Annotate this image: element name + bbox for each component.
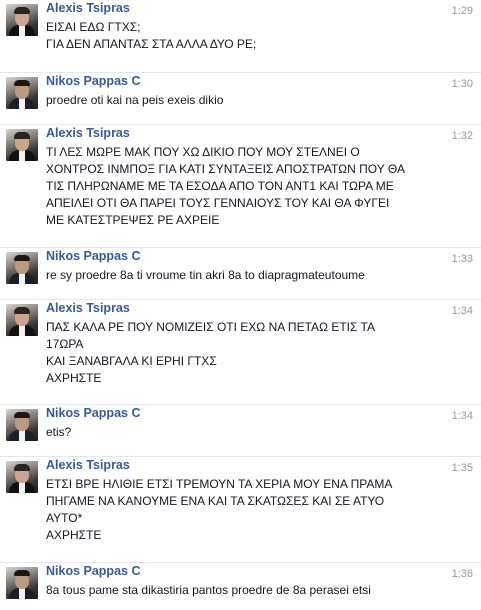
- message-line: ΠΑΣ ΚΑΛΑ ΡΕ ΠΟΥ ΝΟΜΙΖΕΙΣ ΟΤΙ ΕΧΩ ΝΑ ΠΕΤΑ…: [46, 320, 375, 334]
- message-line: re sy proedre 8a ti vroume tin akri 8a t…: [46, 268, 365, 282]
- message-line: ΤΙΣ ΠΛΗΡΩΝΑΜΕ ΜΕ ΤΑ ΕΣΟΔΑ ΑΠΟ ΤΟΝ ΑΝΤ1 Κ…: [46, 179, 394, 193]
- message-line: ΓΙΑ ΔΕΝ ΑΠΑΝΤΑΣ ΣΤΑ ΑΛΛΑ ΔΥΟ ΡΕ;: [46, 37, 257, 51]
- message-item: Nikos Pappas C 8a tous pame sta dikastir…: [0, 562, 481, 610]
- message-text: ΕΙΣΑΙ ΕΔΩ ΓΤΧΣ; ΓΙΑ ΔΕΝ ΑΠΑΝΤΑΣ ΣΤΑ ΑΛΛΑ…: [46, 19, 426, 53]
- message-line: 8a tous pame sta dikastiria pantos proed…: [46, 583, 371, 597]
- alexis-tsipras-avatar[interactable]: [6, 129, 38, 161]
- sender-name[interactable]: Nikos Pappas C: [46, 406, 140, 421]
- timestamp: 1:30: [451, 78, 473, 90]
- message-text: ΠΑΣ ΚΑΛΑ ΡΕ ΠΟΥ ΝΟΜΙΖΕΙΣ ΟΤΙ ΕΧΩ ΝΑ ΠΕΤΑ…: [46, 319, 426, 387]
- sender-name[interactable]: Nikos Pappas C: [46, 74, 140, 89]
- message-text: 8a tous pame sta dikastiria pantos proed…: [46, 582, 426, 599]
- message-line: ΑΠΕΙΛΕΙ ΟΤΙ ΘΑ ΠΑΡΕΙ ΤΟΥΣ ΓΕΝΝΑΙΟΥΣ ΤΟΥ …: [46, 196, 390, 210]
- timestamp: 1:29: [451, 5, 473, 17]
- message-line: ΑΧΡΗΣΤΕ: [46, 371, 102, 385]
- timestamp: 1:35: [451, 462, 473, 474]
- message-line: ΑΥΤΟ*: [46, 511, 83, 525]
- timestamp: 1:36: [451, 568, 473, 580]
- chat-thread: Alexis Tsipras ΕΙΣΑΙ ΕΔΩ ΓΤΧΣ; ΓΙΑ ΔΕΝ Α…: [0, 0, 481, 610]
- message-text: proedre oti kai na peis exeis dikio: [46, 92, 426, 109]
- nikos-pappas-avatar[interactable]: [6, 252, 38, 284]
- message-text: etis?: [46, 424, 426, 441]
- timestamp: 1:34: [451, 410, 473, 422]
- message-line: proedre oti kai na peis exeis dikio: [46, 93, 224, 107]
- sender-name[interactable]: Alexis Tsipras: [46, 458, 130, 473]
- nikos-pappas-avatar[interactable]: [6, 567, 38, 599]
- sender-name[interactable]: Alexis Tsipras: [46, 1, 130, 16]
- message-item: Alexis Tsipras ΠΑΣ ΚΑΛΑ ΡΕ ΠΟΥ ΝΟΜΙΖΕΙΣ …: [0, 299, 481, 404]
- timestamp: 1:33: [451, 253, 473, 265]
- nikos-pappas-avatar[interactable]: [6, 409, 38, 441]
- message-item: Nikos Pappas C re sy proedre 8a ti vroum…: [0, 247, 481, 299]
- message-line: 17ΩΡΑ: [46, 337, 84, 351]
- message-line: ΜΕ ΚΑΤΕΣΤΡΕΨΕΣ ΡΕ ΑΧΡΕΙΕ: [46, 213, 220, 227]
- message-item: Nikos Pappas C etis? 1:34: [0, 404, 481, 456]
- message-text: ΤΙ ΛΕΣ ΜΩΡΕ ΜΑΚ ΠΟΥ ΧΩ ΔΙΚΙΟ ΠΟΥ ΜΟΥ ΣΤΕ…: [46, 144, 426, 229]
- message-line: ΚΑΙ ΞΑΝΑΒΓΑΛΑ ΚΙ ΕΡΗΙ ΓΤΧΣ: [46, 354, 217, 368]
- message-line: ΧΟΝΤΡΟΣ ΙΝΜΠΟΞ ΓΙΑ ΚΑΤΙ ΣΥΝΤΑΞΕΙΣ ΑΠΟΣΤΡ…: [46, 162, 405, 176]
- timestamp: 1:32: [451, 130, 473, 142]
- alexis-tsipras-avatar[interactable]: [6, 304, 38, 336]
- message-line: ΑΧΡΗΣΤΕ: [46, 528, 102, 542]
- message-line: ΠΗΓΑΜΕ ΝΑ ΚΑΝΟΥΜΕ ΕΝΑ ΚΑΙ ΤΑ ΣΚΑΤΩΣΕΣ ΚΑ…: [46, 494, 385, 508]
- message-text: ΕΤΣΙ ΒΡΕ ΗΛΙΘΙΕ ΕΤΣΙ ΤΡΕΜΟΥΝ ΤΑ ΧΕΡΙΑ ΜΟ…: [46, 476, 426, 544]
- message-line: ΕΙΣΑΙ ΕΔΩ ΓΤΧΣ;: [46, 20, 141, 34]
- sender-name[interactable]: Nikos Pappas C: [46, 564, 140, 579]
- sender-name[interactable]: Alexis Tsipras: [46, 126, 130, 141]
- timestamp: 1:34: [451, 305, 473, 317]
- message-item: Nikos Pappas C proedre oti kai na peis e…: [0, 72, 481, 124]
- nikos-pappas-avatar[interactable]: [6, 77, 38, 109]
- message-line: ΤΙ ΛΕΣ ΜΩΡΕ ΜΑΚ ΠΟΥ ΧΩ ΔΙΚΙΟ ΠΟΥ ΜΟΥ ΣΤΕ…: [46, 145, 360, 159]
- alexis-tsipras-avatar[interactable]: [6, 461, 38, 493]
- message-item: Alexis Tsipras ΤΙ ΛΕΣ ΜΩΡΕ ΜΑΚ ΠΟΥ ΧΩ ΔΙ…: [0, 124, 481, 247]
- message-item: Alexis Tsipras ΕΙΣΑΙ ΕΔΩ ΓΤΧΣ; ΓΙΑ ΔΕΝ Α…: [0, 0, 481, 72]
- message-line: ΕΤΣΙ ΒΡΕ ΗΛΙΘΙΕ ΕΤΣΙ ΤΡΕΜΟΥΝ ΤΑ ΧΕΡΙΑ ΜΟ…: [46, 477, 393, 491]
- message-line: etis?: [46, 425, 72, 439]
- alexis-tsipras-avatar[interactable]: [6, 4, 38, 36]
- message-item: Alexis Tsipras ΕΤΣΙ ΒΡΕ ΗΛΙΘΙΕ ΕΤΣΙ ΤΡΕΜ…: [0, 456, 481, 562]
- sender-name[interactable]: Alexis Tsipras: [46, 301, 130, 316]
- message-text: re sy proedre 8a ti vroume tin akri 8a t…: [46, 267, 426, 284]
- sender-name[interactable]: Nikos Pappas C: [46, 249, 140, 264]
